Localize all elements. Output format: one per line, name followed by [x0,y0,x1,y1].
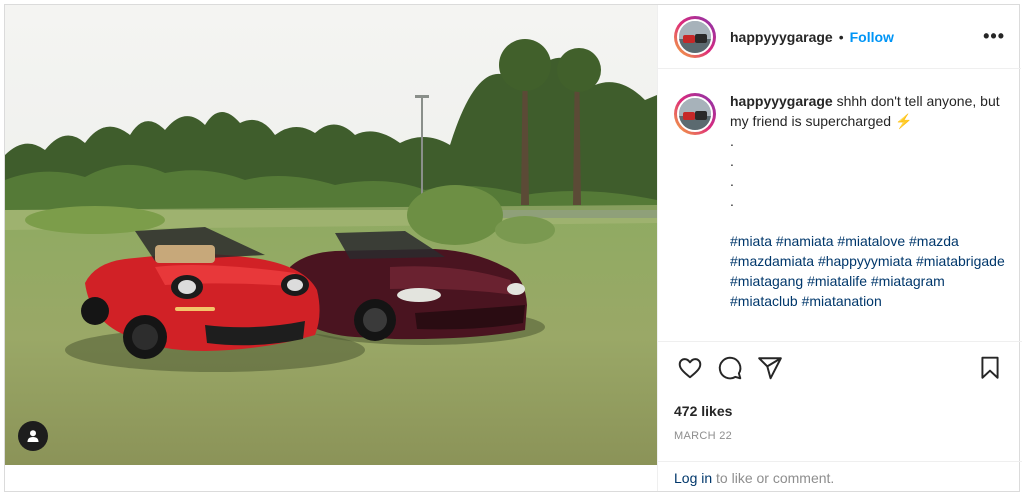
story-ring[interactable] [674,15,716,58]
more-icon[interactable]: ••• [983,26,1005,47]
post-header: happyyygarage • Follow ••• [658,5,1021,69]
caption-username[interactable]: happyyygarage [730,93,833,109]
avatar-image [679,98,711,130]
follow-button[interactable]: Follow [850,29,894,45]
hashtag-link[interactable]: #miatagang [730,273,803,289]
heart-icon [678,357,702,378]
login-prompt-text: to like or comment. [712,470,835,486]
hashtag-link[interactable]: #mazda [909,233,959,249]
post-photo[interactable] [5,5,657,465]
hashtag-link[interactable]: #miatalove [837,233,905,249]
user-tag-button[interactable] [18,421,48,451]
caption-story-ring[interactable] [674,93,716,135]
post-sidebar: happyyygarage • Follow ••• happyyygarage… [657,5,1022,491]
caption-avatar[interactable] [677,96,713,132]
hashtag-link[interactable]: #miatanation [802,293,882,309]
hashtag-link[interactable]: #miataclub [730,293,798,309]
photo-two-miatas-in-field [5,5,657,465]
caption-text: happyyygarage shhh don't tell anyone, bu… [730,91,1005,341]
save-button[interactable] [970,348,1010,388]
hashtag-link[interactable]: #miatabrigade [916,253,1005,269]
caption-section: happyyygarage shhh don't tell anyone, bu… [658,69,1021,341]
comment-button[interactable] [710,348,750,388]
caption-dot: . [730,133,734,149]
lightning-emoji: ⚡ [894,113,913,129]
hashtag-link[interactable]: #miata [730,233,772,249]
user-tag-icon [27,430,39,442]
hashtag-link[interactable]: #miatalife [807,273,867,289]
caption-dot: . [730,153,734,169]
hashtag-link[interactable]: #miatagram [871,273,945,289]
action-bar [658,341,1022,393]
avatar[interactable] [677,18,713,55]
bookmark-icon [981,356,999,379]
like-count[interactable]: 472 likes [674,403,732,419]
avatar-image [679,20,711,53]
post-date[interactable]: MARCH 22 [674,430,732,442]
login-link[interactable]: Log in [674,470,712,486]
like-button[interactable] [670,348,710,388]
hashtag-list: #miata #namiata #miatalove #mazda #mazda… [730,231,1005,311]
hashtag-link[interactable]: #mazdamiata [730,253,814,269]
hashtag-link[interactable]: #happyyymiata [818,253,912,269]
caption-dot: . [730,193,734,209]
hashtag-link[interactable]: #namiata [776,233,834,249]
caption-dot: . [730,173,734,189]
header-username[interactable]: happyyygarage [730,29,833,45]
login-prompt: Log in to like or comment. [658,461,1022,491]
share-button[interactable] [750,348,790,388]
separator-dot: • [838,28,844,45]
comment-icon [718,356,742,379]
instagram-post: happyyygarage • Follow ••• happyyygarage… [4,4,1022,492]
share-icon [758,356,782,379]
